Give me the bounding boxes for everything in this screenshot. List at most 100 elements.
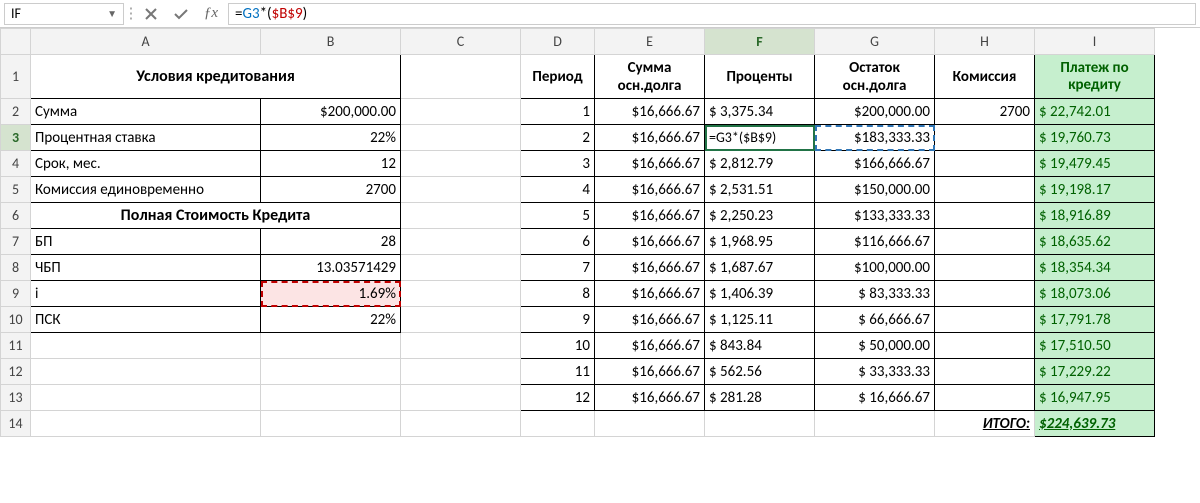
- cell[interactable]: [261, 411, 401, 437]
- cell[interactable]: [261, 385, 401, 411]
- row-header[interactable]: 1: [1, 55, 31, 99]
- hdr-kom[interactable]: Комиссия: [935, 55, 1035, 99]
- cell[interactable]: [935, 229, 1035, 255]
- row-header[interactable]: 12: [1, 359, 31, 385]
- cell[interactable]: $150,000.00: [815, 177, 935, 203]
- row-header[interactable]: 11: [1, 333, 31, 359]
- cell[interactable]: [595, 411, 705, 437]
- cell[interactable]: $116,666.67: [815, 229, 935, 255]
- cell[interactable]: [31, 411, 261, 437]
- row-header[interactable]: 14: [1, 411, 31, 437]
- cell[interactable]: ЧБП: [31, 255, 261, 281]
- cell[interactable]: [401, 255, 521, 281]
- cell[interactable]: $200,000.00: [815, 99, 935, 125]
- cell[interactable]: $100,000.00: [815, 255, 935, 281]
- cell[interactable]: $ 2,531.51: [705, 177, 815, 203]
- cell[interactable]: [935, 125, 1035, 151]
- cell[interactable]: 1: [521, 99, 595, 125]
- total-label[interactable]: ИТОГО:: [935, 411, 1035, 437]
- cell[interactable]: [935, 333, 1035, 359]
- cell[interactable]: [401, 177, 521, 203]
- fx-icon[interactable]: ƒx: [198, 3, 224, 25]
- cell[interactable]: 22%: [261, 125, 401, 151]
- cell[interactable]: Процентная ставка: [31, 125, 261, 151]
- active-cell-F3[interactable]: =G3*($B$9): [705, 125, 815, 151]
- cell[interactable]: Сумма: [31, 99, 261, 125]
- cell[interactable]: Комиссия единовременно: [31, 177, 261, 203]
- cell[interactable]: [31, 359, 261, 385]
- formula-input[interactable]: =G3*($B$9): [228, 3, 1196, 25]
- cell[interactable]: 4: [521, 177, 595, 203]
- cell[interactable]: [401, 333, 521, 359]
- row-header[interactable]: 9: [1, 281, 31, 307]
- cell[interactable]: 5: [521, 203, 595, 229]
- cell[interactable]: 10: [521, 333, 595, 359]
- cell[interactable]: $ 18,916.89: [1035, 203, 1155, 229]
- cell[interactable]: $ 18,635.62: [1035, 229, 1155, 255]
- cell[interactable]: [31, 333, 261, 359]
- col-header-C[interactable]: C: [401, 29, 521, 55]
- cell[interactable]: 2: [521, 125, 595, 151]
- ref-cell-G3[interactable]: $183,333.33: [815, 125, 935, 151]
- cell[interactable]: 13.03571429: [261, 255, 401, 281]
- total-value[interactable]: $224,639.73: [1035, 411, 1155, 437]
- row-header[interactable]: 7: [1, 229, 31, 255]
- cell[interactable]: $ 16,947.95: [1035, 385, 1155, 411]
- cell[interactable]: [401, 125, 521, 151]
- cell[interactable]: [935, 359, 1035, 385]
- cell[interactable]: [401, 203, 521, 229]
- col-header-A[interactable]: A: [31, 29, 261, 55]
- cell[interactable]: $ 33,333.33: [815, 359, 935, 385]
- cell[interactable]: $133,333.33: [815, 203, 935, 229]
- hdr-sum[interactable]: Суммаосн.долга: [595, 55, 705, 99]
- cell[interactable]: $ 17,229.22: [1035, 359, 1155, 385]
- cell[interactable]: 6: [521, 229, 595, 255]
- col-header-I[interactable]: I: [1035, 29, 1155, 55]
- cell[interactable]: $ 1,125.11: [705, 307, 815, 333]
- cell[interactable]: $ 1,687.67: [705, 255, 815, 281]
- cell[interactable]: $16,666.67: [595, 307, 705, 333]
- cell[interactable]: 9: [521, 307, 595, 333]
- row-header[interactable]: 3: [1, 125, 31, 151]
- col-header-B[interactable]: B: [261, 29, 401, 55]
- cell[interactable]: $ 843.84: [705, 333, 815, 359]
- cell[interactable]: [31, 385, 261, 411]
- cell[interactable]: $ 22,742.01: [1035, 99, 1155, 125]
- cell[interactable]: $ 19,198.17: [1035, 177, 1155, 203]
- cell[interactable]: $16,666.67: [595, 333, 705, 359]
- hdr-pct[interactable]: Проценты: [705, 55, 815, 99]
- cell[interactable]: [401, 281, 521, 307]
- cell[interactable]: [401, 359, 521, 385]
- cell[interactable]: [935, 281, 1035, 307]
- cell[interactable]: $16,666.67: [595, 255, 705, 281]
- col-header-E[interactable]: E: [595, 29, 705, 55]
- full-cost-title[interactable]: Полная Стоимость Кредита: [31, 203, 401, 229]
- cell[interactable]: $ 3,375.34: [705, 99, 815, 125]
- cell[interactable]: $166,666.67: [815, 151, 935, 177]
- cell[interactable]: $16,666.67: [595, 151, 705, 177]
- row-header[interactable]: 5: [1, 177, 31, 203]
- cell[interactable]: 28: [261, 229, 401, 255]
- cell[interactable]: $ 19,479.45: [1035, 151, 1155, 177]
- cell[interactable]: 2700: [935, 99, 1035, 125]
- cell[interactable]: [401, 151, 521, 177]
- hdr-period[interactable]: Период: [521, 55, 595, 99]
- cell[interactable]: $200,000.00: [261, 99, 401, 125]
- cell[interactable]: $ 83,333.33: [815, 281, 935, 307]
- row-header[interactable]: 4: [1, 151, 31, 177]
- cell[interactable]: $16,666.67: [595, 99, 705, 125]
- cell[interactable]: [261, 359, 401, 385]
- cell[interactable]: $ 18,073.06: [1035, 281, 1155, 307]
- cell[interactable]: $ 17,791.78: [1035, 307, 1155, 333]
- cell[interactable]: [935, 307, 1035, 333]
- cell[interactable]: $16,666.67: [595, 125, 705, 151]
- cell[interactable]: $ 2,812.79: [705, 151, 815, 177]
- cell[interactable]: i: [31, 281, 261, 307]
- cell[interactable]: [521, 411, 595, 437]
- cell[interactable]: [705, 411, 815, 437]
- cell[interactable]: [401, 99, 521, 125]
- cell[interactable]: Срок, мес.: [31, 151, 261, 177]
- cell[interactable]: 11: [521, 359, 595, 385]
- cell[interactable]: $ 16,666.67: [815, 385, 935, 411]
- col-header-G[interactable]: G: [815, 29, 935, 55]
